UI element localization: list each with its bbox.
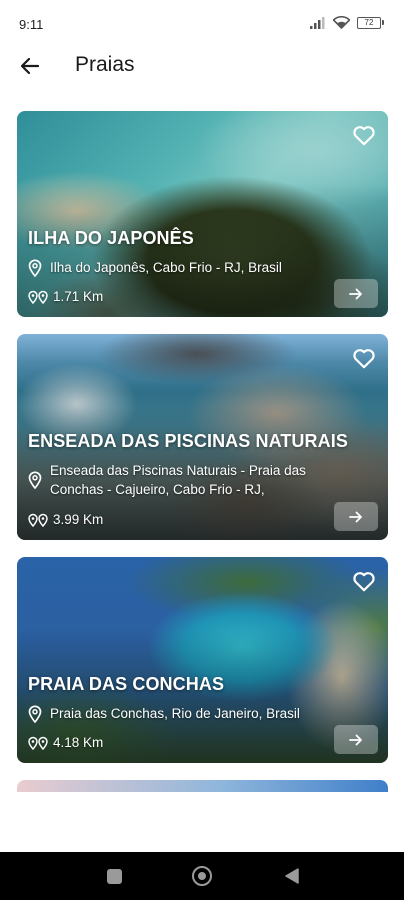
back-nav-button[interactable]	[280, 864, 304, 888]
favorite-button[interactable]	[351, 568, 377, 594]
triangle-back-icon	[285, 868, 299, 884]
location-row: Praia das Conchas, Rio de Janeiro, Brasi…	[28, 704, 328, 723]
heart-outline-icon	[353, 349, 375, 369]
heart-outline-icon	[353, 572, 375, 592]
beach-title: ENSEADA DAS PISCINAS NATURAIS	[28, 431, 348, 451]
beach-location: Enseada das Piscinas Naturais - Praia da…	[50, 463, 306, 497]
open-beach-button[interactable]	[334, 502, 378, 531]
location-row: Enseada das Piscinas Naturais - Praia da…	[28, 461, 328, 499]
distance-row: 3.99 Km	[28, 512, 103, 527]
arrow-right-icon	[349, 511, 362, 522]
arrow-left-icon	[20, 57, 40, 75]
beach-card[interactable]: ILHA DO JAPONÊS Ilha do Japonês, Cabo Fr…	[17, 111, 388, 317]
beach-distance: 4.18 Km	[53, 735, 104, 750]
beach-card-partial[interactable]	[17, 780, 388, 792]
distance-row: 1.71 Km	[28, 289, 103, 304]
status-bar: 9:11 72	[0, 0, 404, 50]
location-pin-icon	[28, 259, 42, 277]
route-pins-icon	[28, 736, 48, 750]
beach-title: PRAIA DAS CONCHAS	[28, 674, 225, 694]
signal-icon	[310, 16, 325, 29]
distance-row: 4.18 Km	[28, 735, 103, 750]
location-row: Ilha do Japonês, Cabo Frio - RJ, Brasil	[28, 258, 328, 277]
location-pin-icon	[28, 471, 42, 489]
recents-button[interactable]	[102, 864, 126, 888]
heart-outline-icon	[353, 126, 375, 146]
beach-location: Praia das Conchas, Rio de Janeiro, Brasi…	[50, 706, 300, 721]
favorite-button[interactable]	[351, 122, 377, 148]
app-bar: Praias	[0, 48, 404, 88]
page-title: Praias	[75, 53, 135, 76]
open-beach-button[interactable]	[334, 725, 378, 754]
beach-distance: 3.99 Km	[53, 512, 104, 527]
arrow-right-icon	[349, 288, 362, 299]
status-time: 9:11	[19, 17, 44, 32]
wifi-icon	[333, 16, 350, 29]
beach-title: ILHA DO JAPONÊS	[28, 228, 194, 248]
location-pin-icon	[28, 705, 42, 723]
beach-card[interactable]: PRAIA DAS CONCHAS Praia das Conchas, Rio…	[17, 557, 388, 763]
status-icons: 72	[310, 16, 384, 29]
circle-icon	[192, 866, 212, 886]
arrow-right-icon	[349, 734, 362, 745]
route-pins-icon	[28, 513, 48, 527]
beach-location: Ilha do Japonês, Cabo Frio - RJ, Brasil	[50, 260, 282, 275]
square-icon	[106, 868, 122, 884]
beach-distance: 1.71 Km	[53, 289, 104, 304]
beach-card[interactable]: ENSEADA DAS PISCINAS NATURAIS Enseada da…	[17, 334, 388, 540]
back-button[interactable]	[18, 54, 42, 78]
battery-level: 72	[364, 17, 374, 27]
system-nav-bar	[0, 852, 404, 900]
route-pins-icon	[28, 290, 48, 304]
favorite-button[interactable]	[351, 345, 377, 371]
open-beach-button[interactable]	[334, 279, 378, 308]
battery-icon: 72	[357, 16, 384, 29]
home-button[interactable]	[190, 864, 214, 888]
